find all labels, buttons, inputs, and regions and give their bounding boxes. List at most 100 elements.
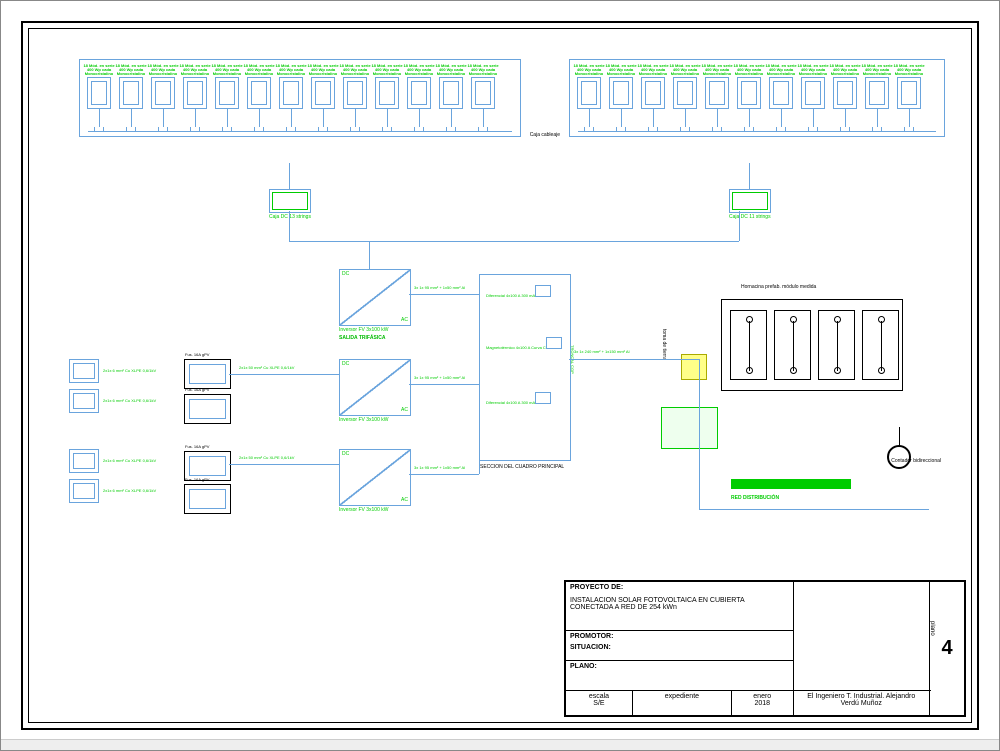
combiner-box-2 (729, 189, 771, 213)
pv-module: 18 Mód. en serie400 Wp cadaMonocristalin… (766, 64, 796, 132)
promotor-label: PROMOTOR: (570, 633, 789, 640)
pv-module: 18 Mód. en serie400 Wp cadaMonocristalin… (340, 64, 370, 132)
pv-module: 18 Mód. en serie400 Wp cadaMonocristalin… (84, 64, 114, 132)
pv-module: 18 Mód. en serie400 Wp cadaMonocristalin… (638, 64, 668, 132)
pv-module: 18 Mód. en serie400 Wp cadaMonocristalin… (734, 64, 764, 132)
module-label: 18 Mód. en serie400 Wp cadaMonocristalin… (797, 64, 828, 76)
panel-icon (705, 77, 729, 109)
pv-module: 18 Mód. en serie400 Wp cadaMonocristalin… (702, 64, 732, 132)
panel-icon (183, 77, 207, 109)
pv-module: 18 Mód. en serie400 Wp cadaMonocristalin… (830, 64, 860, 132)
panel-icon (673, 77, 697, 109)
diagram-canvas: // placeholder – real modules injected b… (39, 59, 961, 577)
module-label: 18 Mód. en serie400 Wp cadaMonocristalin… (211, 64, 242, 76)
wire (409, 384, 479, 385)
module-label: 18 Mód. en serie400 Wp cadaMonocristalin… (669, 64, 700, 76)
drawing-inner-frame: // placeholder – real modules injected b… (28, 28, 972, 723)
fuse-box-4: Fus. 16A gPV (184, 484, 231, 514)
panel-icon (215, 77, 239, 109)
side-string-4: 2x1x 6 mm² Cu XLPE 0,6/1kV (69, 479, 156, 503)
proyecto-text: INSTALACION SOLAR FOTOVOLTAICA EN CUBIER… (570, 597, 789, 611)
dc-bus-right (578, 131, 936, 132)
module-label: 18 Mód. en serie400 Wp cadaMonocristalin… (829, 64, 860, 76)
panel-icon (641, 77, 665, 109)
module-label: 18 Mód. en serie400 Wp cadaMonocristalin… (637, 64, 668, 76)
module-label: 18 Mód. en serie400 Wp cadaMonocristalin… (861, 64, 892, 76)
inverter-label-1: Inversor FV 3x100 kW (339, 327, 388, 333)
inverter-1: DC AC (339, 269, 411, 326)
wire (289, 211, 290, 241)
plano-label: PLANO: (570, 663, 789, 670)
grid-bar (731, 479, 851, 489)
combiner-box-1 (269, 189, 311, 213)
page: // placeholder – real modules injected b… (0, 0, 1000, 751)
pv-array-right: 18 Mód. en serie400 Wp cadaMonocristalin… (569, 59, 945, 137)
panel-icon (801, 77, 825, 109)
inverter-2: DC AC (339, 359, 411, 416)
pv-module: 18 Mód. en serie400 Wp cadaMonocristalin… (862, 64, 892, 132)
pv-module: 18 Mód. en serie400 Wp cadaMonocristalin… (670, 64, 700, 132)
module-label: 18 Mód. en serie400 Wp cadaMonocristalin… (371, 64, 402, 76)
wire (739, 211, 740, 241)
pv-module: 18 Mód. en serie400 Wp cadaMonocristalin… (798, 64, 828, 132)
array-label-left: Caja cableaje (530, 132, 560, 138)
title-block: PROYECTO DE: INSTALACION SOLAR FOTOVOLTA… (564, 580, 966, 717)
drawing-frame: // placeholder – real modules injected b… (21, 21, 979, 730)
side-string-3: 2x1x 6 mm² Cu XLPE 0,6/1kV (69, 449, 156, 473)
engineer-name: El Ingeniero T. Industrial. Alejandro Ve… (798, 693, 925, 707)
wire (409, 474, 479, 475)
pv-module: 18 Mód. en serie400 Wp cadaMonocristalin… (148, 64, 178, 132)
scrollbar-horizontal[interactable] (1, 739, 999, 750)
panel-icon (865, 77, 889, 109)
wire (289, 163, 290, 189)
meter-icon (887, 445, 911, 469)
module-label: 18 Mód. en serie400 Wp cadaMonocristalin… (765, 64, 796, 76)
pv-module: 18 Mód. en serie400 Wp cadaMonocristalin… (436, 64, 466, 132)
wire (569, 359, 659, 360)
module-label: 18 Mód. en serie400 Wp cadaMonocristalin… (147, 64, 178, 76)
fuse-box-1: Fus. 16A gPV (184, 359, 231, 389)
inverter-3: DC AC (339, 449, 411, 506)
wire (749, 163, 750, 189)
pv-module: 18 Mód. en serie400 Wp cadaMonocristalin… (404, 64, 434, 132)
module-label: 18 Mód. en serie400 Wp cadaMonocristalin… (307, 64, 338, 76)
panel-icon (833, 77, 857, 109)
pv-module: 18 Mód. en serie400 Wp cadaMonocristalin… (372, 64, 402, 132)
wire (289, 241, 739, 242)
panel-icon (279, 77, 303, 109)
panel-icon (119, 77, 143, 109)
module-label: 18 Mód. en serie400 Wp cadaMonocristalin… (435, 64, 466, 76)
pv-module: 18 Mód. en serie400 Wp cadaMonocristalin… (308, 64, 338, 132)
panel-icon (897, 77, 921, 109)
side-string-2: 2x1x 6 mm² Cu XLPE 0,6/1kV (69, 389, 156, 413)
panel-icon (471, 77, 495, 109)
panel-icon (247, 77, 271, 109)
panel-icon (407, 77, 431, 109)
module-label: 18 Mód. en serie400 Wp cadaMonocristalin… (339, 64, 370, 76)
pv-module: 18 Mód. en serie400 Wp cadaMonocristalin… (894, 64, 924, 132)
pv-module: 18 Mód. en serie400 Wp cadaMonocristalin… (244, 64, 274, 132)
module-label: 18 Mód. en serie400 Wp cadaMonocristalin… (275, 64, 306, 76)
combiner-label-1: Caja DC 13 strings (269, 214, 319, 220)
module-label: 18 Mód. en serie400 Wp cadaMonocristalin… (467, 64, 498, 76)
proyecto-label: PROYECTO DE: (570, 584, 789, 591)
module-label: 18 Mód. en serie400 Wp cadaMonocristalin… (733, 64, 764, 76)
side-string-1: 2x1x 6 mm² Cu XLPE 0,6/1kV (69, 359, 156, 383)
wire (229, 374, 339, 375)
panel-icon (577, 77, 601, 109)
wire (229, 464, 339, 465)
pv-array-left: // placeholder – real modules injected b… (79, 59, 521, 137)
pv-module: 18 Mód. en serie400 Wp cadaMonocristalin… (606, 64, 636, 132)
meter-detail: Hornacina prefab. módulo medida toma de … (661, 269, 941, 459)
panel-icon (375, 77, 399, 109)
wire (369, 241, 370, 269)
wire (659, 359, 699, 360)
sheet-number: 4 (930, 582, 965, 716)
module-label: 18 Mód. en serie400 Wp cadaMonocristalin… (243, 64, 274, 76)
module-label: 18 Mód. en serie400 Wp cadaMonocristalin… (573, 64, 604, 76)
panel-icon (311, 77, 335, 109)
panel-icon (343, 77, 367, 109)
wire (409, 294, 479, 295)
panel-icon (439, 77, 463, 109)
situacion-label: SITUACION: (570, 644, 789, 651)
